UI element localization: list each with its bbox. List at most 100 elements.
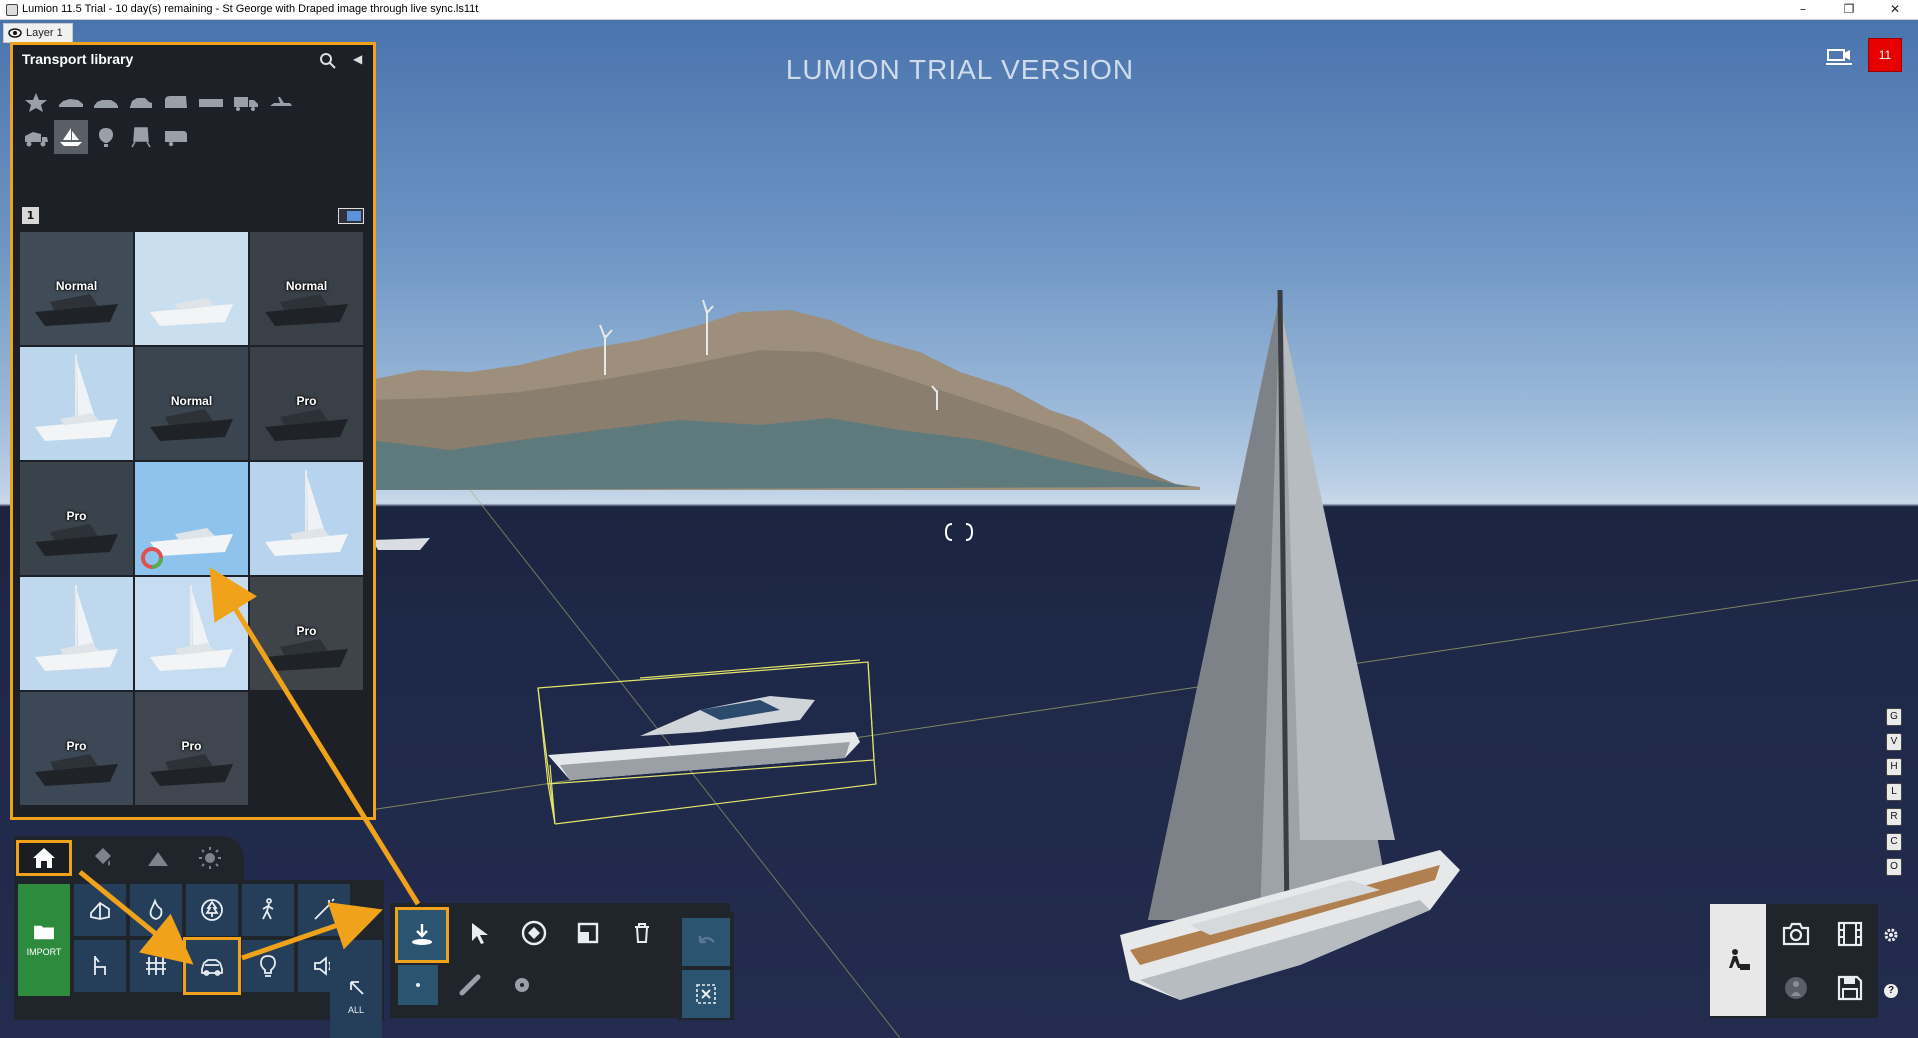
tab-materials[interactable] bbox=[74, 840, 130, 876]
color-variant-icon[interactable] bbox=[135, 462, 248, 575]
import-button[interactable]: IMPORT bbox=[18, 884, 70, 996]
minimize-button[interactable]: – bbox=[1780, 0, 1826, 20]
van-icon bbox=[165, 96, 187, 108]
category-train[interactable] bbox=[124, 120, 158, 154]
license-badge: Pro bbox=[66, 739, 87, 753]
shortcut-key[interactable]: O bbox=[1886, 858, 1902, 876]
mode-panel bbox=[1710, 904, 1878, 1018]
library-item-sailboat-tall[interactable] bbox=[250, 462, 363, 575]
category-van[interactable] bbox=[159, 85, 193, 119]
category-sedan[interactable] bbox=[89, 85, 123, 119]
shortcut-key[interactable]: G bbox=[1886, 708, 1902, 726]
library-item-red-tug[interactable]: Normal bbox=[135, 347, 248, 460]
cluster-icon bbox=[515, 978, 529, 992]
scale-button[interactable] bbox=[564, 909, 612, 957]
film-strip-icon bbox=[1837, 921, 1863, 947]
help-icon[interactable]: ? bbox=[1884, 984, 1898, 998]
library-item-fishing-boat[interactable]: Normal bbox=[20, 232, 133, 345]
select-button[interactable] bbox=[456, 909, 504, 957]
placement-line-button[interactable] bbox=[448, 963, 492, 1007]
indoor-tool-button[interactable] bbox=[74, 940, 126, 992]
effects-tool-button[interactable] bbox=[298, 884, 350, 936]
object-tool-grid: IMPORT bbox=[14, 880, 384, 1020]
building-icon bbox=[90, 901, 110, 920]
tab-weather[interactable] bbox=[182, 840, 238, 876]
transport-tool-button[interactable] bbox=[183, 937, 241, 995]
placement-cluster-button[interactable] bbox=[500, 963, 544, 1007]
tab-landscape[interactable] bbox=[130, 840, 186, 876]
placement-single-button[interactable] bbox=[398, 965, 438, 1005]
shortcut-key[interactable]: R bbox=[1886, 808, 1902, 826]
settings-gear-icon[interactable] bbox=[1882, 926, 1900, 944]
collapse-panel-icon[interactable]: ◀ bbox=[353, 52, 365, 70]
license-badge: Pro bbox=[66, 509, 87, 523]
people-tool-button[interactable] bbox=[242, 884, 294, 936]
build-mode-button[interactable] bbox=[1710, 904, 1766, 1016]
panorama-mode-button[interactable] bbox=[1770, 962, 1822, 1014]
delete-button[interactable] bbox=[618, 909, 666, 957]
eye-icon[interactable] bbox=[8, 27, 22, 39]
library-item-power-catamaran[interactable]: Pro bbox=[250, 577, 363, 690]
home-icon bbox=[33, 848, 55, 868]
tab-home[interactable] bbox=[16, 840, 72, 876]
nature-add-button[interactable] bbox=[186, 884, 238, 936]
category-truck[interactable] bbox=[229, 85, 263, 119]
train-icon bbox=[131, 127, 151, 148]
move-button[interactable] bbox=[510, 909, 558, 957]
panorama-person-icon bbox=[1785, 977, 1807, 999]
nature-tool-button[interactable] bbox=[74, 884, 126, 936]
movie-mode-button[interactable] bbox=[1824, 908, 1876, 960]
notification-badge[interactable]: 11 bbox=[1868, 38, 1902, 72]
restore-button[interactable]: ❐ bbox=[1826, 0, 1872, 20]
library-item-sloop[interactable] bbox=[20, 577, 133, 690]
close-button[interactable]: ✕ bbox=[1872, 0, 1918, 20]
builder-icon bbox=[1729, 949, 1750, 970]
category-favorites-star[interactable] bbox=[19, 85, 53, 119]
category-bus[interactable] bbox=[194, 85, 228, 119]
shortcut-key[interactable]: H bbox=[1886, 758, 1902, 776]
page-number[interactable]: 1 bbox=[22, 207, 39, 224]
library-item-catamaran[interactable] bbox=[135, 577, 248, 690]
lights-tool-button[interactable] bbox=[242, 940, 294, 992]
view-toggle-button[interactable] bbox=[338, 208, 364, 224]
license-badge: Pro bbox=[296, 394, 317, 408]
category-caravan[interactable] bbox=[159, 120, 193, 154]
category-sports-car[interactable] bbox=[54, 85, 88, 119]
item-preview bbox=[135, 577, 248, 690]
save-button[interactable] bbox=[1824, 962, 1876, 1014]
library-item-teal-tug[interactable]: Pro bbox=[20, 692, 133, 805]
library-item-sailboat-white[interactable] bbox=[20, 347, 133, 460]
library-item-white-speedboat[interactable] bbox=[135, 232, 248, 345]
place-object-button[interactable] bbox=[395, 907, 449, 963]
search-icon[interactable] bbox=[319, 52, 337, 70]
truck-icon bbox=[234, 97, 258, 111]
photo-mode-button[interactable] bbox=[1770, 908, 1822, 960]
library-item-dark-trawler[interactable]: Pro bbox=[20, 462, 133, 575]
trash-icon bbox=[635, 923, 649, 943]
shortcut-key[interactable]: C bbox=[1886, 833, 1902, 851]
library-item-red-tugboat[interactable]: Pro bbox=[135, 692, 248, 805]
camera-view-icon[interactable] bbox=[1826, 44, 1852, 66]
category-boat[interactable] bbox=[54, 120, 88, 154]
category-hatchback[interactable] bbox=[124, 85, 158, 119]
license-badge: Normal bbox=[170, 394, 213, 408]
license-badge: Pro bbox=[296, 624, 317, 638]
category-balloon[interactable] bbox=[89, 120, 123, 154]
fire-tool-button[interactable] bbox=[130, 884, 182, 936]
library-item-motor-yacht[interactable] bbox=[135, 462, 248, 575]
utility-tool-button[interactable] bbox=[130, 940, 182, 992]
layer-tab[interactable]: Layer 1 bbox=[3, 23, 73, 43]
library-item-rib-boat[interactable]: Pro bbox=[250, 347, 363, 460]
car-icon bbox=[201, 959, 223, 976]
library-item-dark-speedboat[interactable]: Normal bbox=[250, 232, 363, 345]
floppy-disk-icon bbox=[1837, 975, 1863, 1001]
category-aircraft[interactable] bbox=[264, 85, 298, 119]
undo-button[interactable] bbox=[682, 918, 730, 966]
lightbulb-icon bbox=[260, 955, 276, 977]
all-categories-button[interactable]: ALL bbox=[330, 940, 382, 1038]
place-icon bbox=[412, 924, 432, 945]
shortcut-key[interactable]: L bbox=[1886, 783, 1902, 801]
shortcut-key[interactable]: V bbox=[1886, 733, 1902, 751]
category-heavy-vehicle[interactable] bbox=[19, 120, 53, 154]
deselect-button[interactable] bbox=[682, 970, 730, 1018]
